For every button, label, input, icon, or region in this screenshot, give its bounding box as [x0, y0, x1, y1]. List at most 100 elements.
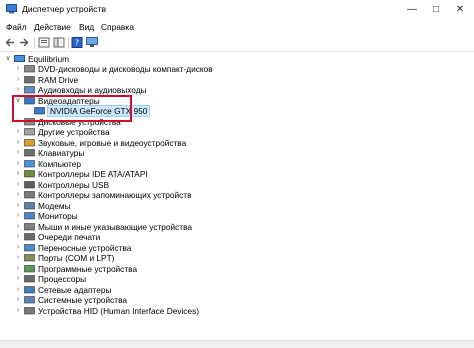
tree-root-label: Equilibrium	[28, 54, 70, 64]
tree-category-item[interactable]: › Устройства HID (Human Interface Devices…	[2, 306, 462, 316]
expand-chevron-icon[interactable]: ›	[14, 243, 22, 253]
tree-category-item[interactable]: › Сетевые адаптеры	[2, 285, 462, 295]
expand-chevron-icon[interactable]: ›	[14, 274, 22, 284]
title-bar: Диспетчер устройств — □ ✕	[0, 0, 474, 20]
back-arrow-icon[interactable]	[4, 37, 16, 48]
tree-item-label: Мониторы	[38, 211, 78, 221]
expand-chevron-icon[interactable]: ›	[14, 190, 22, 200]
tree-item-label: Сетевые адаптеры	[38, 284, 112, 295]
expand-chevron-icon[interactable]: ›	[14, 169, 22, 179]
menu-file[interactable]: Файл	[6, 22, 27, 32]
expand-chevron-icon[interactable]: ›	[14, 75, 22, 85]
tree-category-item[interactable]: › Другие устройства	[2, 127, 462, 137]
hid-icon	[24, 306, 35, 314]
svg-text:?: ?	[75, 39, 79, 48]
tree-item-label: Системные устройства	[38, 295, 128, 305]
window-title: Диспетчер устройств	[22, 4, 107, 14]
expand-chevron-icon[interactable]: ›	[14, 306, 22, 316]
expand-chevron-icon[interactable]: ›	[14, 253, 22, 263]
monitor-icon	[24, 212, 35, 220]
tree-category-item[interactable]: › Контроллеры запоминающих устройств	[2, 190, 462, 200]
properties-icon[interactable]	[38, 37, 50, 48]
tree-category-item[interactable]: › Контроллеры USB	[2, 180, 462, 190]
maximize-button[interactable]: □	[424, 0, 448, 19]
expand-chevron-icon[interactable]: ›	[14, 85, 22, 95]
toolbar: ?	[0, 35, 474, 52]
console-tree-icon[interactable]	[53, 37, 65, 48]
tree-category-item[interactable]: › Аудиовходы и аудиовыходы	[2, 85, 462, 95]
cpu-icon	[24, 275, 35, 283]
tree-category-item[interactable]: › Переносные устройства	[2, 243, 462, 253]
expand-chevron-icon[interactable]: ›	[14, 211, 22, 221]
tree-item-label: Контроллеры USB	[38, 179, 110, 190]
modem-icon	[24, 201, 35, 209]
expand-chevron-icon[interactable]: ›	[14, 232, 22, 242]
tree-category-item[interactable]: › Системные устройства	[2, 295, 462, 305]
help-icon[interactable]: ?	[71, 37, 83, 48]
expand-chevron-icon[interactable]: ›	[14, 285, 22, 295]
keyboard-icon	[24, 149, 35, 157]
tree-category-item[interactable]: › Модемы	[2, 201, 462, 211]
menu-help[interactable]: Справка	[101, 22, 134, 32]
menu-view[interactable]: Вид	[79, 22, 94, 32]
expand-chevron-icon[interactable]: ›	[14, 222, 22, 232]
expand-chevron-icon[interactable]: ›	[14, 148, 22, 158]
tree-category-item[interactable]: › Мониторы	[2, 211, 462, 221]
tree-item-label: Компьютер	[38, 158, 81, 169]
tree-item-label: Очереди печати	[38, 232, 101, 242]
expand-chevron-icon[interactable]: ›	[14, 159, 22, 169]
dvd-icon	[24, 65, 35, 73]
tree-category-item[interactable]: › Компьютер	[2, 159, 462, 169]
expand-chevron-icon[interactable]: ›	[14, 64, 22, 74]
mouse-icon	[24, 222, 35, 230]
tree-item-label: Модемы	[38, 200, 71, 211]
computer-icon	[24, 159, 35, 167]
tree-category-item[interactable]: › Контроллеры IDE ATA/ATAPI	[2, 169, 462, 179]
expand-chevron-icon[interactable]: ›	[14, 180, 22, 190]
device-manager-icon	[6, 4, 17, 14]
unknown-device-icon	[24, 128, 35, 136]
expand-chevron-icon[interactable]: ›	[14, 127, 22, 137]
tree-category-item[interactable]: › RAM Drive	[2, 75, 462, 85]
tree-category-item[interactable]: › Программные устройства	[2, 264, 462, 274]
ide-icon	[24, 170, 35, 178]
tree-item-label: Переносные устройства	[38, 242, 132, 253]
tree-item-label: Контроллеры IDE ATA/ATAPI	[38, 169, 148, 179]
tree-item-label: Другие устройства	[38, 127, 110, 137]
tree-category-item[interactable]: › Процессоры	[2, 274, 462, 284]
tree-category-item[interactable]: › Порты (COM и LPT)	[2, 253, 462, 263]
tree-item-label: Аудиовходы и аудиовыходы	[38, 85, 147, 95]
close-button[interactable]: ✕	[448, 0, 472, 19]
expand-chevron-icon[interactable]: ›	[14, 201, 22, 211]
tree-category-item[interactable]: › Очереди печати	[2, 232, 462, 242]
toolbar-separator	[34, 37, 35, 49]
tree-item-label: Клавиатуры	[38, 148, 85, 158]
tree-item-label: Порты (COM и LPT)	[38, 253, 115, 263]
forward-arrow-icon[interactable]	[18, 37, 30, 48]
tree-category-item[interactable]: › DVD-дисководы и дисководы компакт-диско…	[2, 64, 462, 74]
menu-bar: Файл Действие Вид Справка	[0, 19, 474, 35]
tree-item-label: Звуковые, игровые и видеоустройства	[38, 137, 187, 148]
highlight-annotation-box	[12, 95, 132, 122]
tree-item-label: Процессоры	[38, 274, 87, 284]
tree-item-label: Мыши и иные указывающие устройства	[38, 221, 193, 232]
port-icon	[24, 254, 35, 262]
tree-category-item[interactable]: › Мыши и иные указывающие устройства	[2, 222, 462, 232]
tree-root[interactable]: ∨ Equilibrium	[2, 54, 462, 64]
update-driver-icon[interactable]	[86, 37, 98, 48]
tree-item-label: Программные устройства	[38, 263, 138, 274]
tree-category-item[interactable]: › Звуковые, игровые и видеоустройства	[2, 138, 462, 148]
tree-item-label: Устройства HID (Human Interface Devices)	[38, 305, 199, 316]
expand-chevron-icon[interactable]: ›	[14, 295, 22, 305]
collapse-chevron-icon[interactable]: ∨	[4, 54, 12, 64]
usb-icon	[24, 180, 35, 188]
computer-icon	[14, 55, 25, 62]
system-icon	[24, 296, 35, 304]
menu-action[interactable]: Действие	[34, 22, 71, 32]
audio-icon	[24, 86, 35, 94]
expand-chevron-icon[interactable]: ›	[14, 264, 22, 274]
tree-category-item[interactable]: › Клавиатуры	[2, 148, 462, 158]
minimize-button[interactable]: —	[400, 0, 424, 19]
expand-chevron-icon[interactable]: ›	[14, 138, 22, 148]
toolbar-separator	[68, 37, 69, 49]
